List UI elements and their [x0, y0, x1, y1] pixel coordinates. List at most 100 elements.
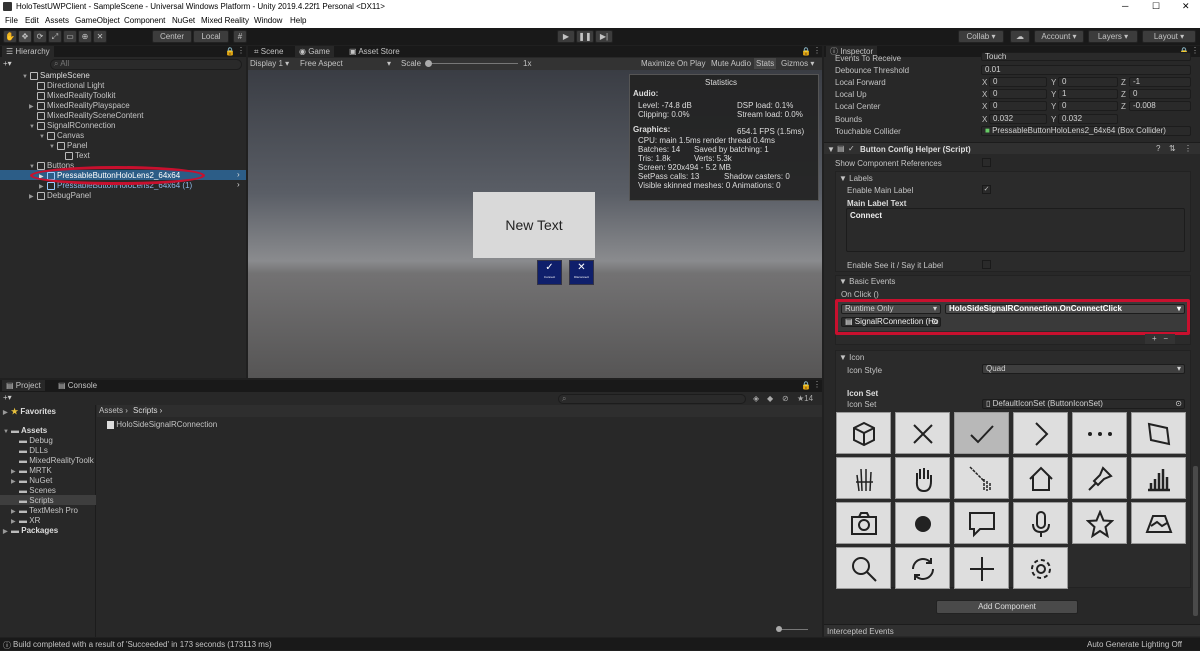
icon-cell-record[interactable] — [895, 502, 950, 544]
hierarchy-item-samplescene[interactable]: ▼ SampleScene — [22, 71, 90, 80]
bounds-y[interactable]: 0.032 — [1058, 114, 1118, 124]
local-up-z[interactable]: 0 — [1129, 89, 1191, 99]
scale-slider-track[interactable] — [426, 63, 518, 64]
packages-item[interactable]: ▶ ▬ Packages — [3, 526, 58, 535]
local-center-z[interactable]: -0.008 — [1129, 101, 1191, 111]
create-plus-icon[interactable]: +▾ — [3, 59, 12, 68]
assets-item[interactable]: ▼ ▬ Assets — [3, 426, 47, 435]
hierarchy-item-canvas[interactable]: ▼ Canvas — [39, 131, 84, 140]
menu-mixed-reality[interactable]: Mixed Reality — [201, 16, 249, 25]
gizmos-dropdown[interactable]: Gizmos ▾ — [781, 59, 814, 68]
zoom-slider-thumb[interactable] — [776, 626, 782, 632]
hierarchy-item-scenecontent[interactable]: MixedRealitySceneContent — [37, 111, 144, 120]
icon-foldout[interactable]: ▼ Icon — [839, 353, 864, 362]
menu-window[interactable]: Window — [254, 16, 282, 25]
folder-mrtoolkit[interactable]: ▬ MixedRealityToolk — [19, 456, 94, 465]
icon-cell-chart[interactable] — [1131, 457, 1186, 499]
folder-scripts[interactable]: ▬ Scripts — [19, 496, 54, 505]
favorites-item[interactable]: ▶ ★ Favorites — [3, 407, 56, 416]
lock-icon[interactable]: 🔒 — [801, 47, 811, 56]
inspector-scrollbar[interactable] — [1193, 466, 1198, 616]
icon-cell-gear[interactable] — [1013, 547, 1068, 589]
game-viewport[interactable]: New Text ✓ Connect ✕ Disconnect Statistics… — [248, 70, 822, 378]
folder-nuget[interactable]: ▶ ▬ NuGet — [11, 476, 52, 485]
mute-audio-toggle[interactable]: Mute Audio — [711, 59, 751, 68]
menu-help[interactable]: Help — [290, 16, 306, 25]
display-dropdown[interactable]: Display 1 ▾ — [250, 59, 289, 68]
cloud-icon[interactable]: ☁ — [1010, 30, 1030, 43]
lock-icon[interactable]: 🔒 — [225, 47, 235, 56]
lighting-status[interactable]: Auto Generate Lighting Off — [1087, 640, 1182, 649]
move-tool-icon[interactable]: ✥ — [18, 30, 32, 43]
icon-set-field[interactable]: ▯ DefaultIconSet (ButtonIconSet) ⊙ — [982, 399, 1185, 409]
local-forward-z[interactable]: -1 — [1129, 77, 1191, 87]
tab-scene[interactable]: ⌗ Scene — [250, 46, 287, 57]
add-event-button[interactable]: + — [1152, 334, 1157, 343]
account-dropdown[interactable]: Account ▾ — [1034, 30, 1084, 43]
hierarchy-item-text[interactable]: Text — [65, 151, 90, 160]
folder-scenes[interactable]: ▬ Scenes — [19, 486, 56, 495]
labels-foldout[interactable]: ▼ Labels — [839, 174, 873, 183]
hierarchy-item-debugpanel[interactable]: ▶ DebugPanel — [29, 191, 91, 200]
component-enabled-checkbox[interactable]: ✓ — [848, 144, 855, 153]
status-message[interactable]: Build completed with a result of 'Succee… — [13, 640, 272, 649]
hierarchy-item-directional-light[interactable]: Directional Light — [37, 81, 104, 90]
scale-slider-thumb[interactable] — [425, 60, 432, 67]
add-component-button[interactable]: Add Component — [936, 600, 1078, 614]
create-plus-icon[interactable]: +▾ — [3, 393, 12, 402]
connect-scene-button[interactable]: ✓ Connect — [537, 260, 562, 285]
component-header[interactable]: ▼ ▤ ✓ Button Config Helper (Script) ? ⇅ … — [824, 142, 1200, 154]
menu-nuget[interactable]: NuGet — [172, 16, 195, 25]
preset-icon[interactable]: ⇅ — [1169, 144, 1176, 153]
icon-cell-mic[interactable] — [1013, 502, 1068, 544]
icon-style-dropdown[interactable]: Quad ▾ — [982, 364, 1185, 374]
stats-toggle[interactable]: Stats — [754, 58, 777, 69]
icon-cell-hand-ray[interactable] — [954, 457, 1009, 499]
chevron-right-icon[interactable]: › — [237, 170, 240, 179]
chevron-right-icon[interactable]: › — [237, 180, 240, 189]
menu-dots-icon[interactable]: ⋮ — [813, 380, 821, 389]
tab-asset-store[interactable]: ▣ Asset Store — [345, 46, 404, 57]
show-refs-checkbox[interactable] — [982, 158, 991, 167]
hierarchy-item-signalrconnection[interactable]: ▼ SignalRConnection — [29, 121, 116, 130]
transform-tool-icon[interactable]: ⊕ — [78, 30, 92, 43]
zoom-slider-track[interactable] — [778, 629, 808, 630]
visibility-icon[interactable]: ⊘ — [782, 394, 789, 403]
icon-cell-hand[interactable] — [895, 457, 950, 499]
pivot-local-button[interactable]: Local — [193, 30, 229, 43]
tab-console[interactable]: ▤ Console — [54, 380, 101, 391]
local-forward-y[interactable]: 0 — [1058, 77, 1118, 87]
icon-cell-hand-mesh[interactable] — [836, 457, 891, 499]
menu-component[interactable]: Component — [124, 16, 165, 25]
intercepted-events-bar[interactable]: Intercepted Events — [824, 624, 1200, 636]
icon-cell-check[interactable] — [954, 412, 1009, 454]
menu-dots-icon[interactable]: ⋮ — [237, 46, 245, 55]
project-search-input[interactable]: ⌕ — [558, 394, 746, 404]
layers-dropdown[interactable]: Layers ▾ — [1088, 30, 1138, 43]
icon-cell-more[interactable] — [1072, 412, 1127, 454]
menu-dots-icon[interactable]: ⋮ — [1184, 144, 1192, 153]
icon-cell-chevron[interactable] — [1013, 412, 1068, 454]
debounce-field[interactable]: 0.01 — [981, 65, 1191, 75]
basic-events-foldout[interactable]: ▼ Basic Events — [839, 277, 895, 286]
folder-xr[interactable]: ▶ ▬ XR — [11, 516, 40, 525]
icon-cell-refresh[interactable] — [895, 547, 950, 589]
hierarchy-item-panel[interactable]: ▼ Panel — [49, 141, 87, 150]
menu-dots-icon[interactable]: ⋮ — [1191, 46, 1199, 55]
menu-dots-icon[interactable]: ⋮ — [813, 46, 821, 55]
step-button[interactable]: ▶| — [595, 30, 613, 43]
enable-main-label-checkbox[interactable]: ✓ — [982, 185, 991, 194]
icon-cell-close[interactable] — [895, 412, 950, 454]
icon-cell-home[interactable] — [1013, 457, 1068, 499]
local-forward-x[interactable]: 0 — [989, 77, 1047, 87]
menu-assets[interactable]: Assets — [45, 16, 69, 25]
local-center-x[interactable]: 0 — [989, 101, 1047, 111]
icon-cell-search[interactable] — [836, 547, 891, 589]
maximize-on-play-toggle[interactable]: Maximize On Play — [641, 59, 705, 68]
icon-cell-map[interactable] — [1131, 502, 1186, 544]
remove-event-button[interactable]: − — [1163, 334, 1168, 343]
filter-type-icon[interactable]: ◈ — [753, 394, 759, 403]
custom-tool-icon[interactable]: ✕ — [93, 30, 107, 43]
tab-hierarchy[interactable]: ☰ Hierarchy — [2, 46, 54, 57]
tab-game[interactable]: ◉ Game — [295, 46, 334, 57]
